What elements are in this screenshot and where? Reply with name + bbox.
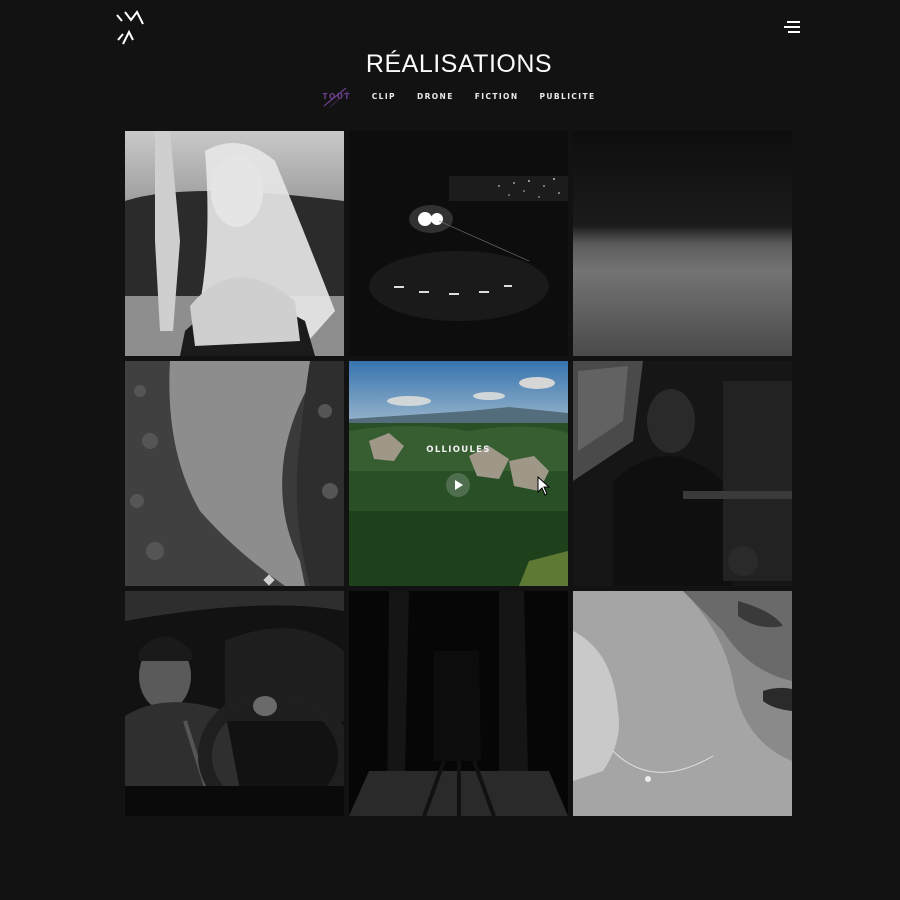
filter-fiction[interactable]: FICTION (473, 92, 521, 101)
brand-logo[interactable] (115, 10, 145, 46)
project-grid: OLLIOULES (125, 131, 792, 816)
filter-label: CLIP (371, 92, 396, 101)
mouse-pointer (537, 476, 551, 496)
project-tile[interactable] (349, 131, 568, 356)
project-tile[interactable] (573, 591, 792, 816)
project-thumbnail (573, 361, 792, 586)
project-tile[interactable] (573, 361, 792, 586)
hamburger-menu-icon[interactable] (784, 20, 802, 34)
project-thumbnail (349, 591, 568, 816)
project-tile-hovered[interactable]: OLLIOULES (349, 361, 568, 586)
filter-clip[interactable]: CLIP (370, 92, 398, 101)
filter-label: FICTION (474, 92, 519, 101)
project-thumbnail (573, 131, 792, 356)
project-tile[interactable] (125, 131, 344, 356)
project-thumbnail (125, 361, 344, 586)
project-thumbnail (573, 591, 792, 816)
active-slash-icon (324, 87, 349, 108)
project-tile[interactable] (125, 361, 344, 586)
project-thumbnail (349, 131, 568, 356)
project-tile[interactable] (349, 591, 568, 816)
page-title: RÉALISATIONS (365, 50, 553, 78)
filter-tout[interactable]: TOUT (320, 87, 352, 108)
filter-publicite[interactable]: PUBLICITE (538, 92, 598, 101)
filter-drone[interactable]: DRONE (415, 92, 456, 101)
project-tile[interactable] (125, 591, 344, 816)
project-tile[interactable] (573, 131, 792, 356)
project-thumbnail (125, 591, 344, 816)
project-thumbnail (125, 131, 344, 356)
project-caption: OLLIOULES (426, 445, 491, 455)
filter-nav: TOUT CLIP DRONE FICTION PUBLICITE (0, 87, 900, 108)
filter-label: PUBLICITE (539, 92, 596, 101)
filter-label: DRONE (416, 92, 454, 101)
play-icon[interactable] (446, 473, 470, 497)
